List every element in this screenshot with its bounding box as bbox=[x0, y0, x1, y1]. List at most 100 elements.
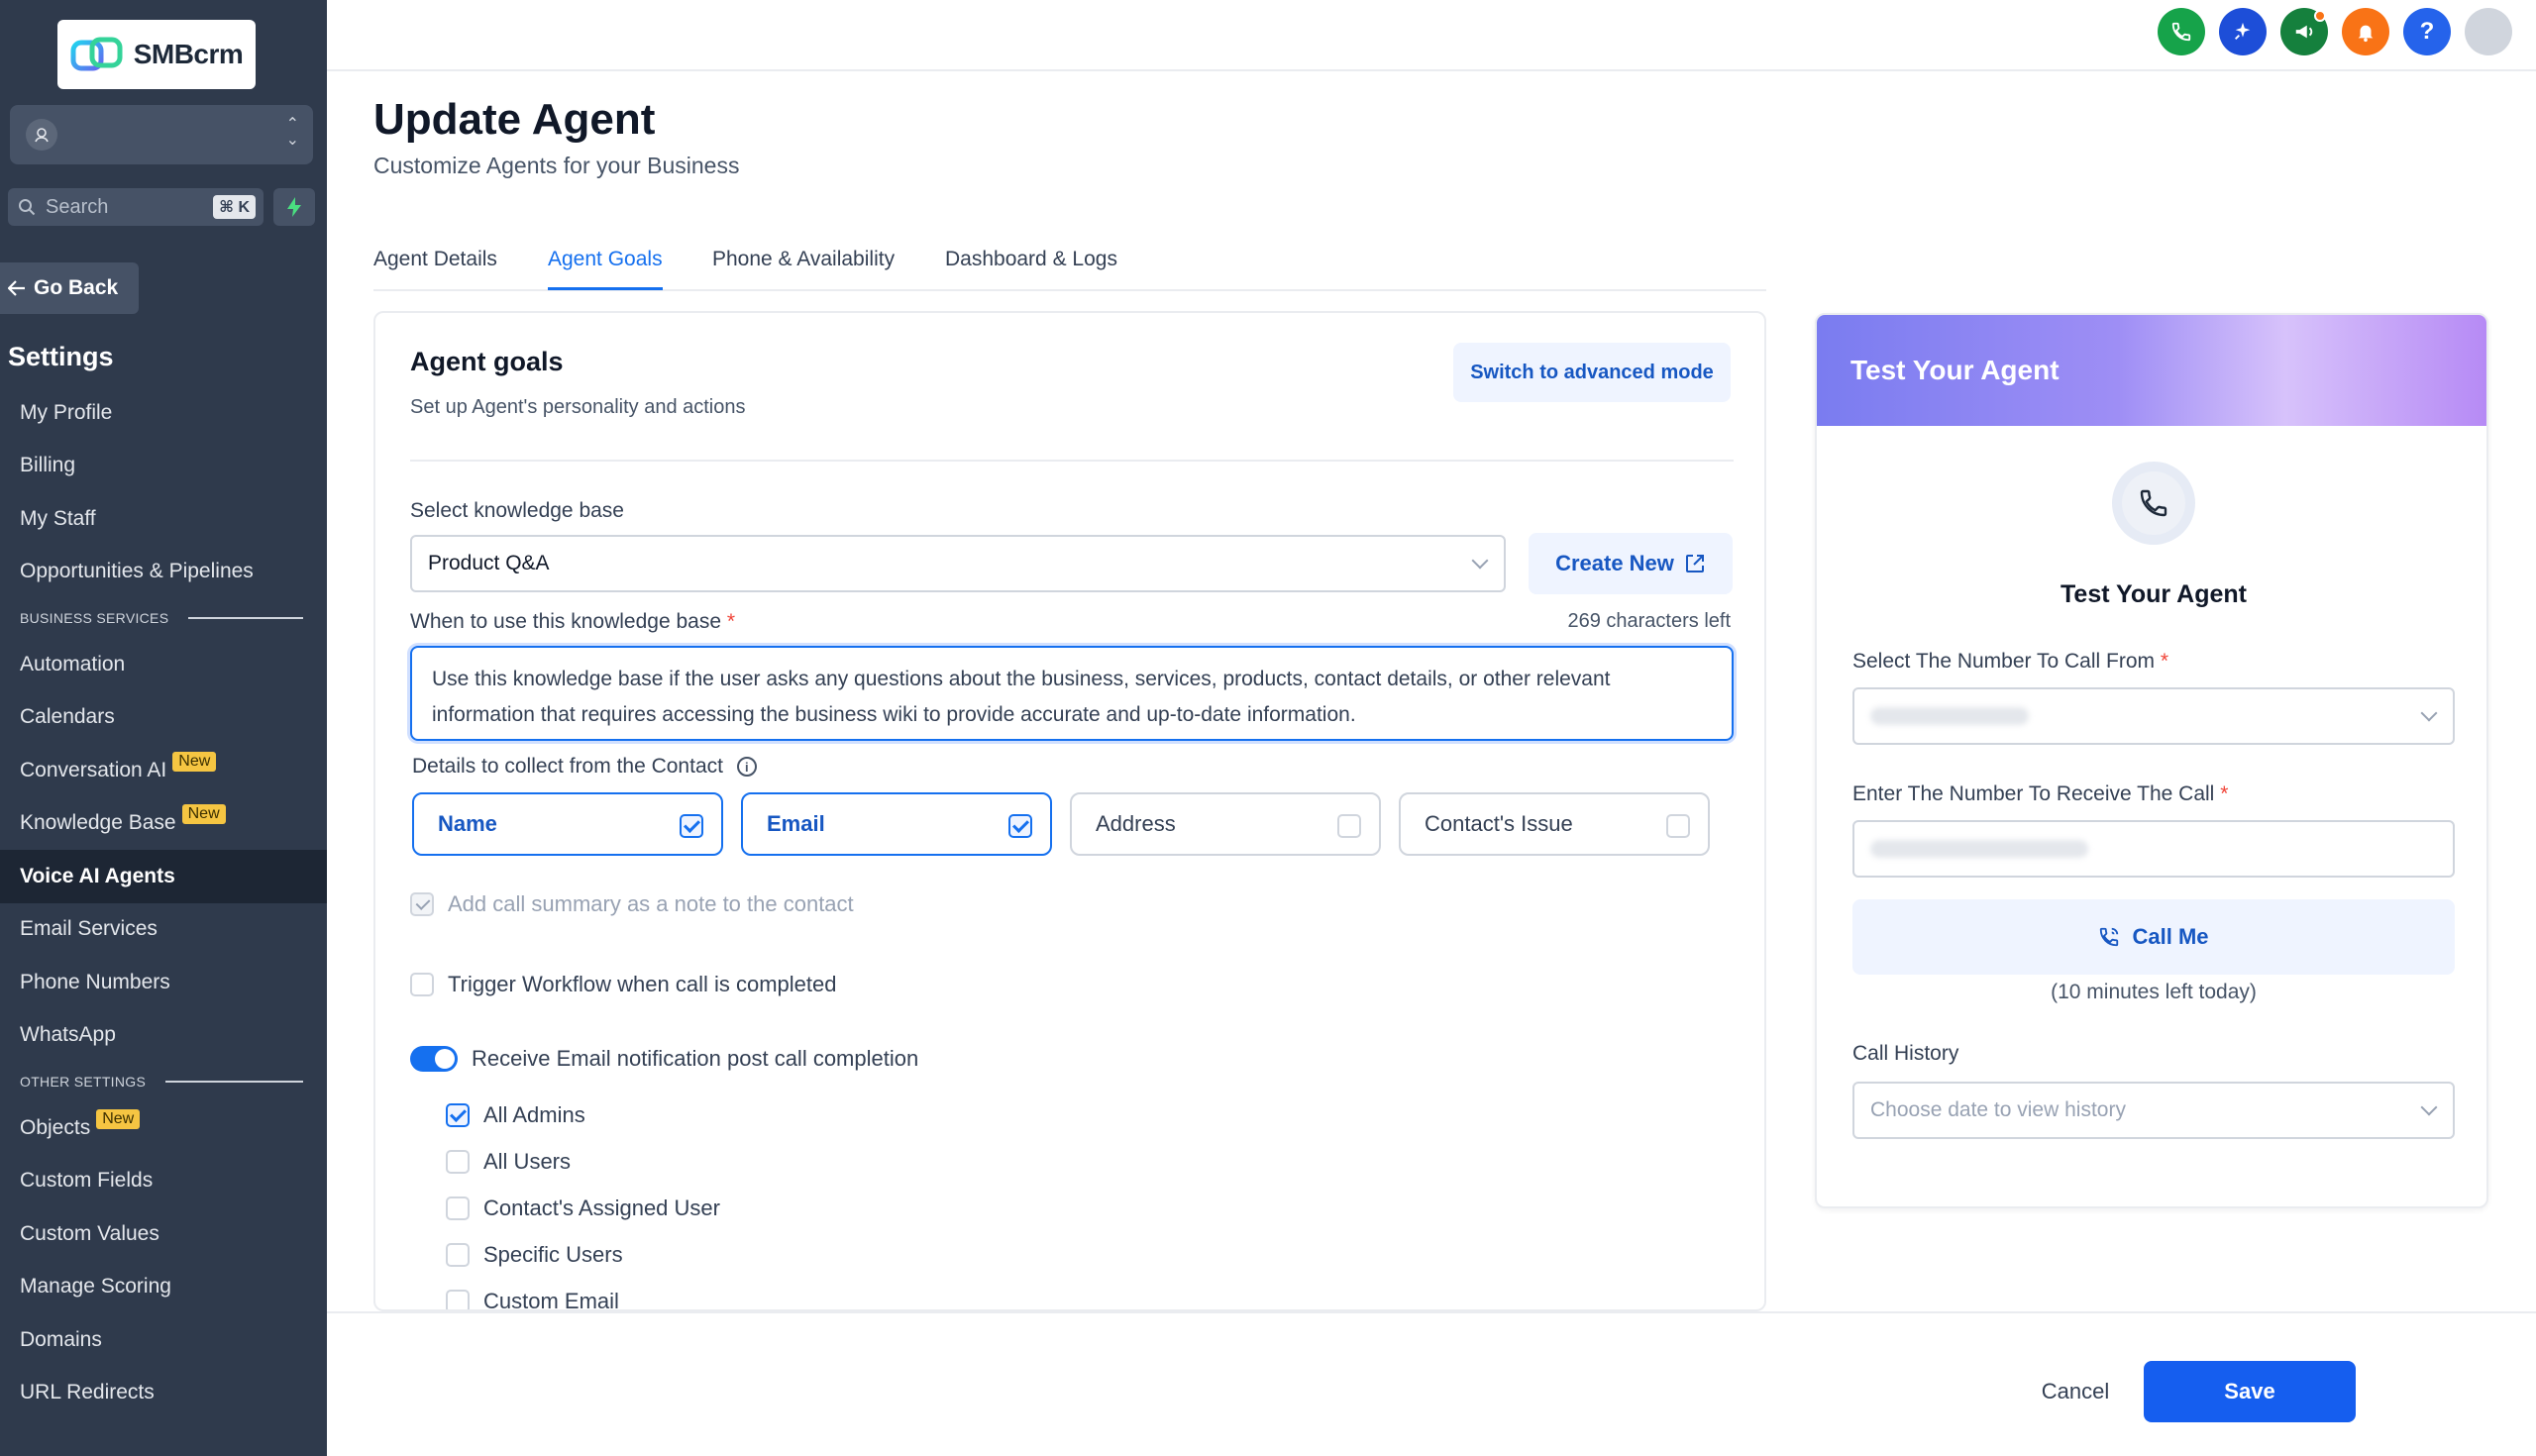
location-icon bbox=[26, 119, 57, 151]
tab-phone-availability[interactable]: Phone & Availability bbox=[712, 248, 895, 287]
tab-agent-details[interactable]: Agent Details bbox=[373, 248, 497, 287]
sidebar-item-custom-fields[interactable]: Custom Fields bbox=[0, 1155, 327, 1208]
create-new-button[interactable]: Create New bbox=[1529, 533, 1733, 594]
section-subtitle: Set up Agent's personality and actions bbox=[410, 396, 746, 418]
chevron-down-icon bbox=[1471, 552, 1489, 570]
page-title: Update Agent bbox=[373, 95, 656, 144]
sidebar-item-calendars[interactable]: Calendars bbox=[0, 691, 327, 745]
info-icon[interactable]: i bbox=[736, 757, 757, 778]
kb-label: Select knowledge base bbox=[410, 499, 624, 522]
sidebar-item-domains[interactable]: Domains bbox=[0, 1313, 327, 1367]
call-history-select[interactable]: Choose date to view history bbox=[1852, 1082, 2455, 1139]
contact-field-issue[interactable]: Contact's Issue bbox=[1399, 792, 1710, 856]
sidebar-item-conversation-ai[interactable]: Conversation AI New bbox=[0, 744, 327, 797]
notification-dot bbox=[2314, 10, 2326, 22]
trigger-workflow-option[interactable]: Trigger Workflow when call is completed bbox=[410, 972, 836, 997]
account-switcher[interactable]: ⌃ ⌄ bbox=[10, 105, 313, 164]
bell-icon[interactable] bbox=[2342, 8, 2389, 55]
receive-call-input[interactable] bbox=[1852, 820, 2455, 878]
logo-mark-icon bbox=[70, 37, 124, 72]
external-link-icon bbox=[1685, 555, 1704, 572]
tab-agent-goals[interactable]: Agent Goals bbox=[548, 248, 663, 290]
kb-selected-value: Product Q&A bbox=[428, 552, 550, 574]
recipient-all-users[interactable]: All Users bbox=[446, 1149, 571, 1175]
contact-field-name[interactable]: Name bbox=[412, 792, 723, 856]
cancel-button[interactable]: Cancel bbox=[2011, 1363, 2140, 1420]
quick-action-button[interactable] bbox=[273, 188, 315, 226]
sidebar-item-manage-scoring[interactable]: Manage Scoring bbox=[0, 1261, 327, 1314]
call-history-placeholder: Choose date to view history bbox=[1870, 1098, 2126, 1121]
test-title: Test Your Agent bbox=[2060, 580, 2247, 608]
save-button[interactable]: Save bbox=[2144, 1361, 2356, 1422]
contact-field-address[interactable]: Address bbox=[1070, 792, 1381, 856]
checkbox[interactable] bbox=[446, 1290, 470, 1309]
checkbox[interactable] bbox=[680, 814, 703, 838]
sidebar-item-my-profile[interactable]: My Profile bbox=[0, 386, 327, 440]
when-to-use-textarea[interactable]: Use this knowledge base if the user asks… bbox=[410, 646, 1734, 741]
sidebar-item-my-staff[interactable]: My Staff bbox=[0, 492, 327, 546]
checkbox[interactable] bbox=[446, 1150, 470, 1174]
email-notification-option[interactable]: Receive Email notification post call com… bbox=[410, 1046, 918, 1072]
checkbox[interactable] bbox=[1666, 814, 1690, 838]
arrow-left-icon bbox=[8, 280, 25, 296]
email-notification-toggle[interactable] bbox=[410, 1046, 458, 1072]
sidebar-item-opportunities[interactable]: Opportunities & Pipelines bbox=[0, 546, 327, 599]
sidebar-item-url-redirects[interactable]: URL Redirects bbox=[0, 1367, 327, 1420]
characters-left: 269 characters left bbox=[1567, 610, 1731, 632]
sidebar-item-voice-ai-agents[interactable]: Voice AI Agents bbox=[0, 850, 327, 903]
call-summary-option: Add call summary as a note to the contac… bbox=[410, 891, 854, 917]
required-mark: * bbox=[726, 610, 736, 633]
go-back-button[interactable]: Go Back bbox=[0, 262, 139, 314]
checkbox[interactable] bbox=[446, 1196, 470, 1220]
checkbox[interactable] bbox=[410, 973, 434, 996]
phone-icon bbox=[2112, 462, 2195, 545]
agent-goals-card: Agent goals Set up Agent's personality a… bbox=[373, 311, 1766, 1311]
avatar[interactable] bbox=[2465, 8, 2512, 55]
call-from-label: Select The Number To Call From * bbox=[1852, 650, 2169, 673]
recipient-specific-users[interactable]: Specific Users bbox=[446, 1242, 623, 1268]
go-back-label: Go Back bbox=[34, 276, 119, 299]
sidebar-item-billing[interactable]: Billing bbox=[0, 440, 327, 493]
bolt-icon bbox=[287, 197, 301, 217]
checkbox[interactable] bbox=[1337, 814, 1361, 838]
section-title: Agent goals bbox=[410, 347, 564, 376]
search-placeholder: Search bbox=[46, 195, 109, 218]
divider bbox=[410, 460, 1734, 462]
sidebar-search[interactable]: Search ⌘ K bbox=[8, 188, 264, 226]
sidebar-item-custom-values[interactable]: Custom Values bbox=[0, 1207, 327, 1261]
sidebar-item-whatsapp[interactable]: WhatsApp bbox=[0, 1009, 327, 1063]
sparkle-icon[interactable] bbox=[2219, 8, 2267, 55]
page-subtitle: Customize Agents for your Business bbox=[373, 153, 740, 178]
sidebar-item-automation[interactable]: Automation bbox=[0, 638, 327, 691]
call-from-select[interactable] bbox=[1852, 687, 2455, 745]
details-label: Details to collect from the Contact i bbox=[412, 755, 757, 779]
agent-tabs: Agent Details Agent Goals Phone & Availa… bbox=[373, 234, 1766, 291]
chevron-down-icon bbox=[2420, 704, 2438, 722]
brand-logo[interactable]: SMBcrm bbox=[57, 20, 256, 89]
section-business-services: BUSINESS SERVICES bbox=[0, 598, 327, 638]
redacted-value bbox=[1870, 840, 2088, 858]
sidebar-item-email-services[interactable]: Email Services bbox=[0, 903, 327, 957]
contact-field-email[interactable]: Email bbox=[741, 792, 1052, 856]
call-history-label: Call History bbox=[1852, 1042, 1959, 1065]
recipient-all-admins[interactable]: All Admins bbox=[446, 1102, 585, 1128]
sidebar-item-knowledge-base[interactable]: Knowledge Base New bbox=[0, 797, 327, 851]
recipient-assigned-user[interactable]: Contact's Assigned User bbox=[446, 1196, 720, 1221]
knowledge-base-select[interactable]: Product Q&A bbox=[410, 535, 1506, 592]
sidebar-item-objects[interactable]: Objects New bbox=[0, 1101, 327, 1155]
recipient-custom-email[interactable]: Custom Email bbox=[446, 1289, 619, 1309]
tab-dashboard-logs[interactable]: Dashboard & Logs bbox=[945, 248, 1117, 287]
checkbox[interactable] bbox=[446, 1243, 470, 1267]
call-me-button[interactable]: Call Me bbox=[1852, 899, 2455, 975]
sidebar: SMBcrm ⌃ ⌄ Search ⌘ K Go Back Settings My… bbox=[0, 0, 327, 1456]
new-badge: New bbox=[96, 1108, 141, 1129]
sidebar-item-phone-numbers[interactable]: Phone Numbers bbox=[0, 956, 327, 1009]
checkbox[interactable] bbox=[1008, 814, 1032, 838]
search-icon bbox=[19, 199, 36, 216]
phone-icon[interactable] bbox=[2158, 8, 2205, 55]
switch-advanced-mode-button[interactable]: Switch to advanced mode bbox=[1453, 343, 1731, 402]
top-bar: ? bbox=[327, 0, 2536, 71]
checkbox[interactable] bbox=[446, 1103, 470, 1127]
help-icon[interactable]: ? bbox=[2403, 8, 2451, 55]
megaphone-icon[interactable] bbox=[2280, 8, 2328, 55]
